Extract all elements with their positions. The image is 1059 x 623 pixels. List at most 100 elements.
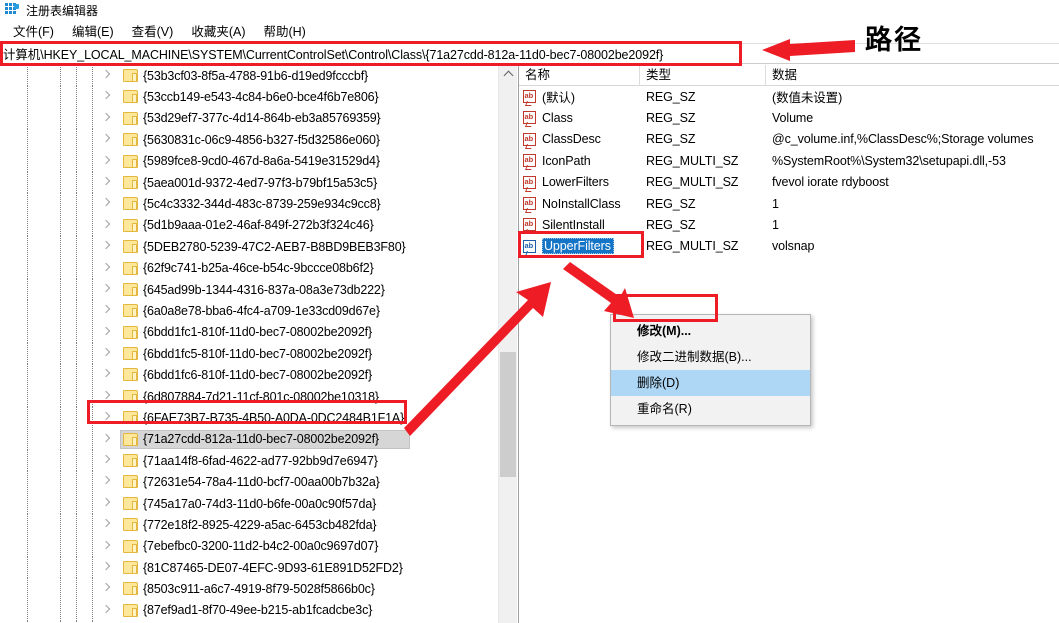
value-row[interactable]: ab (默认) REG_SZ (数值未设置)	[519, 86, 1059, 107]
tree-item-label: {6d807884-7d21-11cf-801c-08002be10318}	[143, 389, 379, 404]
value-row[interactable]: ab NoInstallClass REG_SZ 1	[519, 193, 1059, 214]
chevron-right-icon[interactable]	[101, 220, 112, 231]
tree-item[interactable]: {8503c911-a6c7-4919-8f79-5028f5866b0c}	[0, 578, 498, 600]
value-row[interactable]: ab LowerFilters REG_MULTI_SZ fvevol iorate …	[519, 172, 1059, 193]
value-data: (数值未设置)	[772, 91, 843, 106]
tree-item[interactable]: {5DEB2780-5239-47C2-AEB7-B8BD9BEB3F80}	[0, 236, 498, 258]
chevron-right-icon[interactable]	[101, 348, 112, 359]
string-value-icon: ab	[523, 239, 538, 253]
value-type: REG_SZ	[646, 132, 696, 147]
tree-item[interactable]: {87ef9ad1-8f70-49ee-b215-ab1fcadcbe3c}	[0, 599, 498, 622]
tree-item[interactable]: {71aa14f8-6fad-4622-ad77-92bb9d7e6947}	[0, 450, 498, 472]
tree-item[interactable]: {772e18f2-8925-4229-a5ac-6453cb482fda}	[0, 514, 498, 536]
value-row[interactable]: ab IconPath REG_MULTI_SZ %SystemRoot%\Syste…	[519, 150, 1059, 171]
value-data: %SystemRoot%\System32\setupapi.dll,-53	[772, 153, 1006, 168]
tree-item[interactable]: {6bdd1fc6-810f-11d0-bec7-08002be2092f}	[0, 364, 498, 386]
chevron-right-icon[interactable]	[101, 476, 112, 487]
chevron-right-icon[interactable]	[101, 263, 112, 274]
value-context-menu[interactable]: 修改(M)... 修改二进制数据(B)... 删除(D) 重命名(R)	[610, 314, 811, 426]
value-name: Class	[542, 111, 573, 126]
chevron-right-icon[interactable]	[101, 241, 112, 252]
registry-path-text: 计算机\HKEY_LOCAL_MACHINE\SYSTEM\CurrentCon…	[3, 48, 664, 62]
tree-item[interactable]: {5d1b9aaa-01e2-46af-849f-272b3f324c46}	[0, 214, 498, 237]
tree-item-label: {5989fce8-9cd0-467d-8a6a-5419e31529d4}	[143, 154, 380, 169]
tree-scrollbar[interactable]	[498, 65, 517, 623]
value-type: REG_SZ	[646, 218, 696, 233]
chevron-right-icon[interactable]	[101, 519, 112, 530]
value-row[interactable]: ab Class REG_SZ Volume	[519, 107, 1059, 128]
tree-item[interactable]: {53b3cf03-8f5a-4788-91b6-d19ed9fcccbf}	[0, 65, 498, 87]
folder-icon	[123, 496, 138, 510]
tree-item[interactable]: {5c4c3332-344d-483c-8739-259e934c9cc8}	[0, 193, 498, 215]
tree-item[interactable]: {6FAE73B7-B735-4B50-A0DA-0DC2484B1F1A}	[0, 407, 498, 429]
tree-item[interactable]: {745a17a0-74d3-11d0-b6fe-00a0c90f57da}	[0, 492, 498, 515]
tree-item-label: {5c4c3332-344d-483c-8739-259e934c9cc8}	[143, 197, 381, 212]
tree-item[interactable]: {62f9c741-b25a-46ce-b54c-9bccce08b6f2}	[0, 257, 498, 279]
tree-item[interactable]: {6bdd1fc1-810f-11d0-bec7-08002be2092f}	[0, 321, 498, 344]
window-title: 注册表编辑器	[26, 3, 99, 18]
tree-item[interactable]: {7ebefbc0-3200-11d2-b4c2-00a0c9697d07}	[0, 535, 498, 557]
column-header-type[interactable]: 类型	[640, 65, 766, 86]
chevron-right-icon[interactable]	[101, 541, 112, 552]
tree-item[interactable]: {81C87465-DE07-4EFC-9D93-61E891D52FD2}	[0, 556, 498, 579]
tree-item[interactable]: {5630831c-06c9-4856-b327-f5d32586e060}	[0, 129, 498, 151]
menu-edit[interactable]: 编辑(E)	[63, 19, 123, 42]
tree-item-label: {81C87465-DE07-4EFC-9D93-61E891D52FD2}	[143, 560, 403, 575]
scroll-up-arrow-icon[interactable]	[499, 65, 517, 83]
tree-item-label: {53b3cf03-8f5a-4788-91b6-d19ed9fcccbf}	[143, 68, 369, 83]
tree-item[interactable]: {6bdd1fc5-810f-11d0-bec7-08002be2092f}	[0, 343, 498, 365]
chevron-right-icon[interactable]	[101, 198, 112, 209]
tree-item[interactable]: {53ccb149-e543-4c84-b6e0-bce4f6b7e806}	[0, 86, 498, 108]
chevron-right-icon[interactable]	[101, 113, 112, 124]
tree-item[interactable]: {53d29ef7-377c-4d14-864b-eb3a85769359}	[0, 107, 498, 130]
chevron-right-icon[interactable]	[101, 412, 112, 423]
context-menu-item[interactable]: 删除(D)	[611, 370, 810, 396]
column-header-name[interactable]: 名称	[519, 65, 640, 86]
menu-view[interactable]: 查看(V)	[123, 19, 183, 42]
value-name: (默认)	[542, 91, 575, 106]
tree-item[interactable]: {5aea001d-9372-4ed7-97f3-b79bf15a53c5}	[0, 171, 498, 194]
chevron-right-icon[interactable]	[101, 562, 112, 573]
value-data: @c_volume.inf,%ClassDesc%;Storage volume…	[772, 132, 1034, 147]
value-type: REG_MULTI_SZ	[646, 153, 739, 168]
chevron-right-icon[interactable]	[101, 455, 112, 466]
tree-item[interactable]: {72631e54-78a4-11d0-bcf7-00aa00b7b32a}	[0, 471, 498, 493]
chevron-right-icon[interactable]	[101, 327, 112, 338]
menu-file[interactable]: 文件(F)	[4, 19, 63, 42]
chevron-right-icon[interactable]	[101, 134, 112, 145]
context-menu-item[interactable]: 修改二进制数据(B)...	[611, 344, 810, 370]
tree-item[interactable]: {6d807884-7d21-11cf-801c-08002be10318}	[0, 385, 498, 408]
tree-item[interactable]: {71a27cdd-812a-11d0-bec7-08002be2092f}	[0, 428, 498, 451]
chevron-right-icon[interactable]	[101, 177, 112, 188]
tree-item[interactable]: {6a0a8e78-bba6-4fc4-a709-1e33cd09d67e}	[0, 300, 498, 322]
chevron-right-icon[interactable]	[101, 70, 112, 81]
chevron-right-icon[interactable]	[101, 91, 112, 102]
chevron-right-icon[interactable]	[101, 434, 112, 445]
scrollbar-thumb[interactable]	[500, 352, 516, 477]
folder-icon	[123, 582, 138, 596]
context-menu-item[interactable]: 修改(M)...	[611, 318, 810, 344]
chevron-right-icon[interactable]	[101, 156, 112, 167]
value-name: SilentInstall	[542, 218, 605, 233]
value-row[interactable]: ab UpperFilters REG_MULTI_SZ volsnap	[519, 236, 1059, 257]
tree-item-label: {5aea001d-9372-4ed7-97f3-b79bf15a53c5}	[143, 175, 378, 190]
context-menu-item[interactable]: 重命名(R)	[611, 396, 810, 422]
tree-item[interactable]: {645ad99b-1344-4316-837a-08a3e73db222}	[0, 278, 498, 301]
chevron-right-icon[interactable]	[101, 369, 112, 380]
menu-help[interactable]: 帮助(H)	[254, 19, 314, 42]
value-row[interactable]: ab SilentInstall REG_SZ 1	[519, 214, 1059, 235]
column-header-data[interactable]: 数据	[766, 65, 1059, 86]
registry-tree-panel[interactable]: {53b3cf03-8f5a-4788-91b6-d19ed9fcccbf} {5…	[0, 65, 498, 623]
value-row[interactable]: ab ClassDesc REG_SZ @c_volume.inf,%ClassDes…	[519, 129, 1059, 150]
chevron-right-icon[interactable]	[101, 583, 112, 594]
chevron-right-icon[interactable]	[101, 284, 112, 295]
tree-item-label: {5d1b9aaa-01e2-46af-849f-272b3f324c46}	[143, 218, 374, 233]
tree-item[interactable]: {5989fce8-9cd0-467d-8a6a-5419e31529d4}	[0, 150, 498, 172]
chevron-right-icon[interactable]	[101, 498, 112, 509]
chevron-right-icon[interactable]	[101, 305, 112, 316]
chevron-right-icon[interactable]	[101, 391, 112, 402]
chevron-right-icon[interactable]	[101, 605, 112, 616]
folder-icon	[123, 282, 138, 296]
value-data: volsnap	[772, 239, 815, 254]
menu-favorites[interactable]: 收藏夹(A)	[182, 19, 254, 42]
